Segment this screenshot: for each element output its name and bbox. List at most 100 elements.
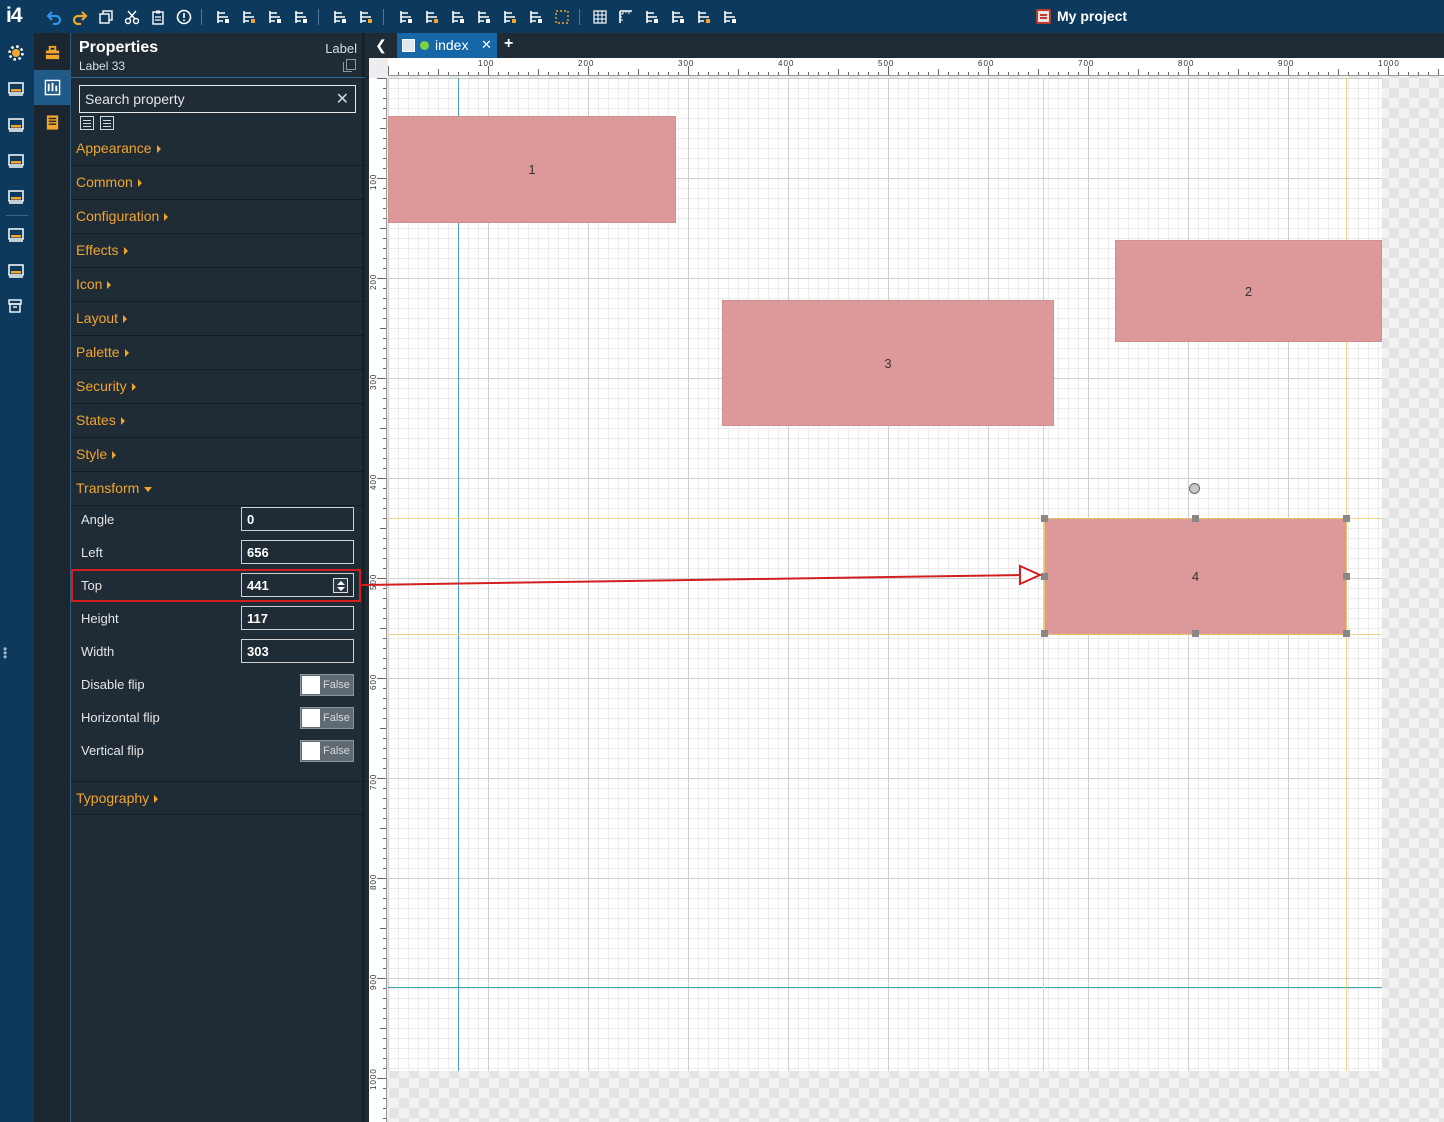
copy-icon[interactable] [343, 59, 356, 72]
project-title[interactable]: My project [1036, 8, 1127, 24]
ruler-tick [383, 1068, 386, 1069]
pages-panel-icon[interactable] [34, 105, 70, 140]
category-security[interactable]: Security [71, 370, 365, 404]
ruler-tick [383, 268, 386, 269]
design-canvas[interactable]: 100 200 300 400 500 600 700 800 900 1000 100 200 30… [369, 58, 1444, 1122]
field-width: Width [71, 635, 365, 668]
category-appearance[interactable]: Appearance [71, 132, 365, 166]
ruler-icon[interactable] [616, 7, 636, 27]
grouped-view-icon[interactable] [100, 116, 114, 130]
resize-handle[interactable] [1343, 630, 1350, 637]
redo-icon[interactable] [70, 7, 90, 27]
align-right-icon[interactable] [448, 7, 468, 27]
screen-chart-icon[interactable] [5, 150, 27, 172]
resize-handle[interactable] [1041, 573, 1048, 580]
category-common[interactable]: Common [71, 166, 365, 200]
select-area-icon[interactable] [552, 7, 572, 27]
resize-handle[interactable] [1192, 630, 1199, 637]
ruler-tick [938, 69, 939, 75]
caret-right-icon [154, 795, 159, 804]
rail-resize-handle-icon[interactable]: • • • [3, 643, 7, 663]
duplicate-icon[interactable] [96, 7, 116, 27]
resize-handle[interactable] [1041, 515, 1048, 522]
info-icon[interactable] [174, 7, 194, 27]
distribute-vertical-icon[interactable] [356, 7, 376, 27]
vertical-flip-toggle[interactable]: False [300, 740, 354, 762]
align-top-icon[interactable] [213, 7, 233, 27]
angle-input[interactable] [241, 507, 354, 531]
clear-search-icon[interactable]: ✕ [336, 89, 349, 109]
resize-handle[interactable] [1192, 515, 1199, 522]
tab-index[interactable]: index ✕ [397, 33, 497, 58]
label-widget[interactable]: 1 [388, 116, 676, 223]
resize-handle[interactable] [1041, 630, 1048, 637]
add-tab-icon[interactable]: + [504, 35, 513, 53]
resize-handle[interactable] [1343, 573, 1350, 580]
ruler-tick [1268, 72, 1269, 75]
ruler-tick [377, 678, 386, 679]
ruler-tick [1118, 72, 1119, 75]
group-icon[interactable] [694, 7, 714, 27]
toolbox-icon[interactable] [34, 35, 70, 70]
chevron-left-icon[interactable]: ❮ [369, 33, 393, 58]
search-input[interactable] [80, 86, 330, 112]
align-center-icon[interactable] [422, 7, 442, 27]
label-widget[interactable]: 2 [1115, 240, 1382, 342]
dashboard-icon[interactable] [5, 78, 27, 100]
ruler-tick [1098, 72, 1099, 75]
selected-label-widget[interactable]: 4 [1044, 518, 1347, 635]
align-middle-icon[interactable] [500, 7, 520, 27]
left-input[interactable] [241, 540, 354, 564]
undo-icon[interactable] [44, 7, 64, 27]
list-view-icon[interactable] [80, 116, 94, 130]
resize-handle[interactable] [1343, 515, 1350, 522]
vertical-guide[interactable] [458, 78, 459, 1071]
ruler-left[interactable]: 100 200 300 400 500 600 700 800 900 1000 [369, 78, 387, 1122]
category-palette[interactable]: Palette [71, 336, 365, 370]
category-configuration[interactable]: Configuration [71, 200, 365, 234]
settings-icon[interactable] [5, 42, 27, 64]
category-label: States [76, 412, 116, 428]
hardhat-icon[interactable] [5, 114, 27, 136]
align-bottom-icon[interactable] [239, 7, 259, 27]
ruler-tick [978, 72, 979, 75]
rotate-handle[interactable] [1189, 483, 1200, 494]
label-widget[interactable]: 3 [722, 300, 1054, 426]
align-left-icon[interactable] [396, 7, 416, 27]
close-icon[interactable]: ✕ [481, 37, 492, 53]
disable-flip-toggle[interactable]: False [300, 674, 354, 696]
align-top-edge-icon[interactable] [474, 7, 494, 27]
category-effects[interactable]: Effects [71, 234, 365, 268]
category-icon[interactable]: Icon [71, 268, 365, 302]
snap-grid-icon[interactable] [642, 7, 662, 27]
category-states[interactable]: States [71, 404, 365, 438]
width-input[interactable] [241, 639, 354, 663]
bring-forward-icon[interactable] [265, 7, 285, 27]
grid-icon[interactable] [590, 7, 610, 27]
snap-lines-icon[interactable] [668, 7, 688, 27]
archive-icon[interactable] [5, 296, 27, 318]
printer-icon[interactable] [5, 186, 27, 208]
properties-panel-icon[interactable] [34, 70, 70, 105]
height-input[interactable] [241, 606, 354, 630]
category-layout[interactable]: Layout [71, 302, 365, 336]
horizontal-guide[interactable] [388, 987, 1382, 988]
align-bottom-edge-icon[interactable] [526, 7, 546, 27]
send-backward-icon[interactable] [291, 7, 311, 27]
ruler-tick [958, 72, 959, 75]
cut-icon[interactable] [122, 7, 142, 27]
ruler-top[interactable]: 100 200 300 400 500 600 700 800 900 1000 [388, 58, 1444, 76]
ruler-tick [377, 778, 386, 779]
category-transform[interactable]: Transform [71, 472, 365, 506]
ruler-tick [383, 988, 386, 989]
ruler-tick [383, 308, 386, 309]
ungroup-icon[interactable] [720, 7, 740, 27]
package-icon[interactable] [5, 224, 27, 246]
distribute-horizontal-icon[interactable] [330, 7, 350, 27]
ruler-tick [1168, 72, 1169, 75]
device-settings-icon[interactable] [5, 260, 27, 282]
category-typography[interactable]: Typography [71, 781, 365, 815]
category-style[interactable]: Style [71, 438, 365, 472]
paste-icon[interactable] [148, 7, 168, 27]
horizontal-flip-toggle[interactable]: False [300, 707, 354, 729]
